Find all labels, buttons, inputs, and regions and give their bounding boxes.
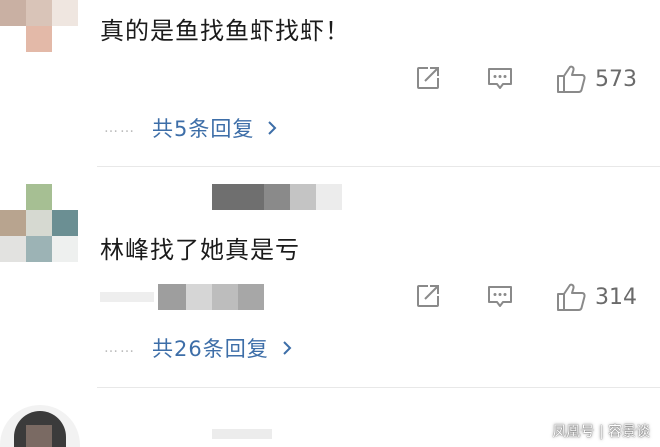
comment-icon (488, 68, 512, 89)
chevron-right-icon (268, 121, 277, 135)
watermark: 凤凰号 | 容景谈 (552, 424, 650, 440)
divider (97, 166, 660, 167)
comment-icon (488, 286, 512, 307)
comment-item: 真的是鱼找鱼虾找虾！ 573 …… 共5条回复 (0, 0, 660, 167)
like-button[interactable]: 573 (555, 64, 637, 94)
share-button[interactable] (414, 282, 442, 310)
chevron-right-icon (283, 341, 292, 355)
replies-dots: …… (104, 120, 136, 136)
comment-button[interactable] (486, 64, 514, 92)
replies-dots: …… (104, 340, 136, 356)
like-button[interactable]: 314 (555, 282, 637, 312)
avatar[interactable] (0, 405, 80, 447)
view-replies-link[interactable]: …… 共5条回复 (104, 113, 278, 143)
divider (97, 387, 660, 388)
share-button[interactable] (414, 64, 442, 92)
view-replies-link[interactable]: …… 共26条回复 (104, 333, 293, 363)
like-count: 314 (595, 284, 637, 310)
thumbs-up-icon (557, 65, 586, 93)
comment-text: 林峰找了她真是亏 (100, 236, 300, 264)
share-icon (417, 285, 439, 307)
replies-label: 共5条回复 (152, 117, 255, 141)
comment-item: 林峰找了她真是亏 314 …… 共26条回复 (0, 168, 660, 388)
avatar[interactable] (0, 184, 80, 264)
share-icon (417, 67, 439, 89)
replies-label: 共26条回复 (152, 337, 269, 361)
like-count: 573 (595, 66, 637, 92)
thumbs-up-icon (557, 283, 586, 311)
comment-text: 真的是鱼找鱼虾找虾！ (100, 17, 350, 45)
username-blurred (212, 429, 272, 439)
comment-button[interactable] (486, 282, 514, 310)
username-blurred (212, 184, 342, 210)
timestamp-blurred (100, 284, 270, 310)
avatar[interactable] (0, 0, 80, 52)
